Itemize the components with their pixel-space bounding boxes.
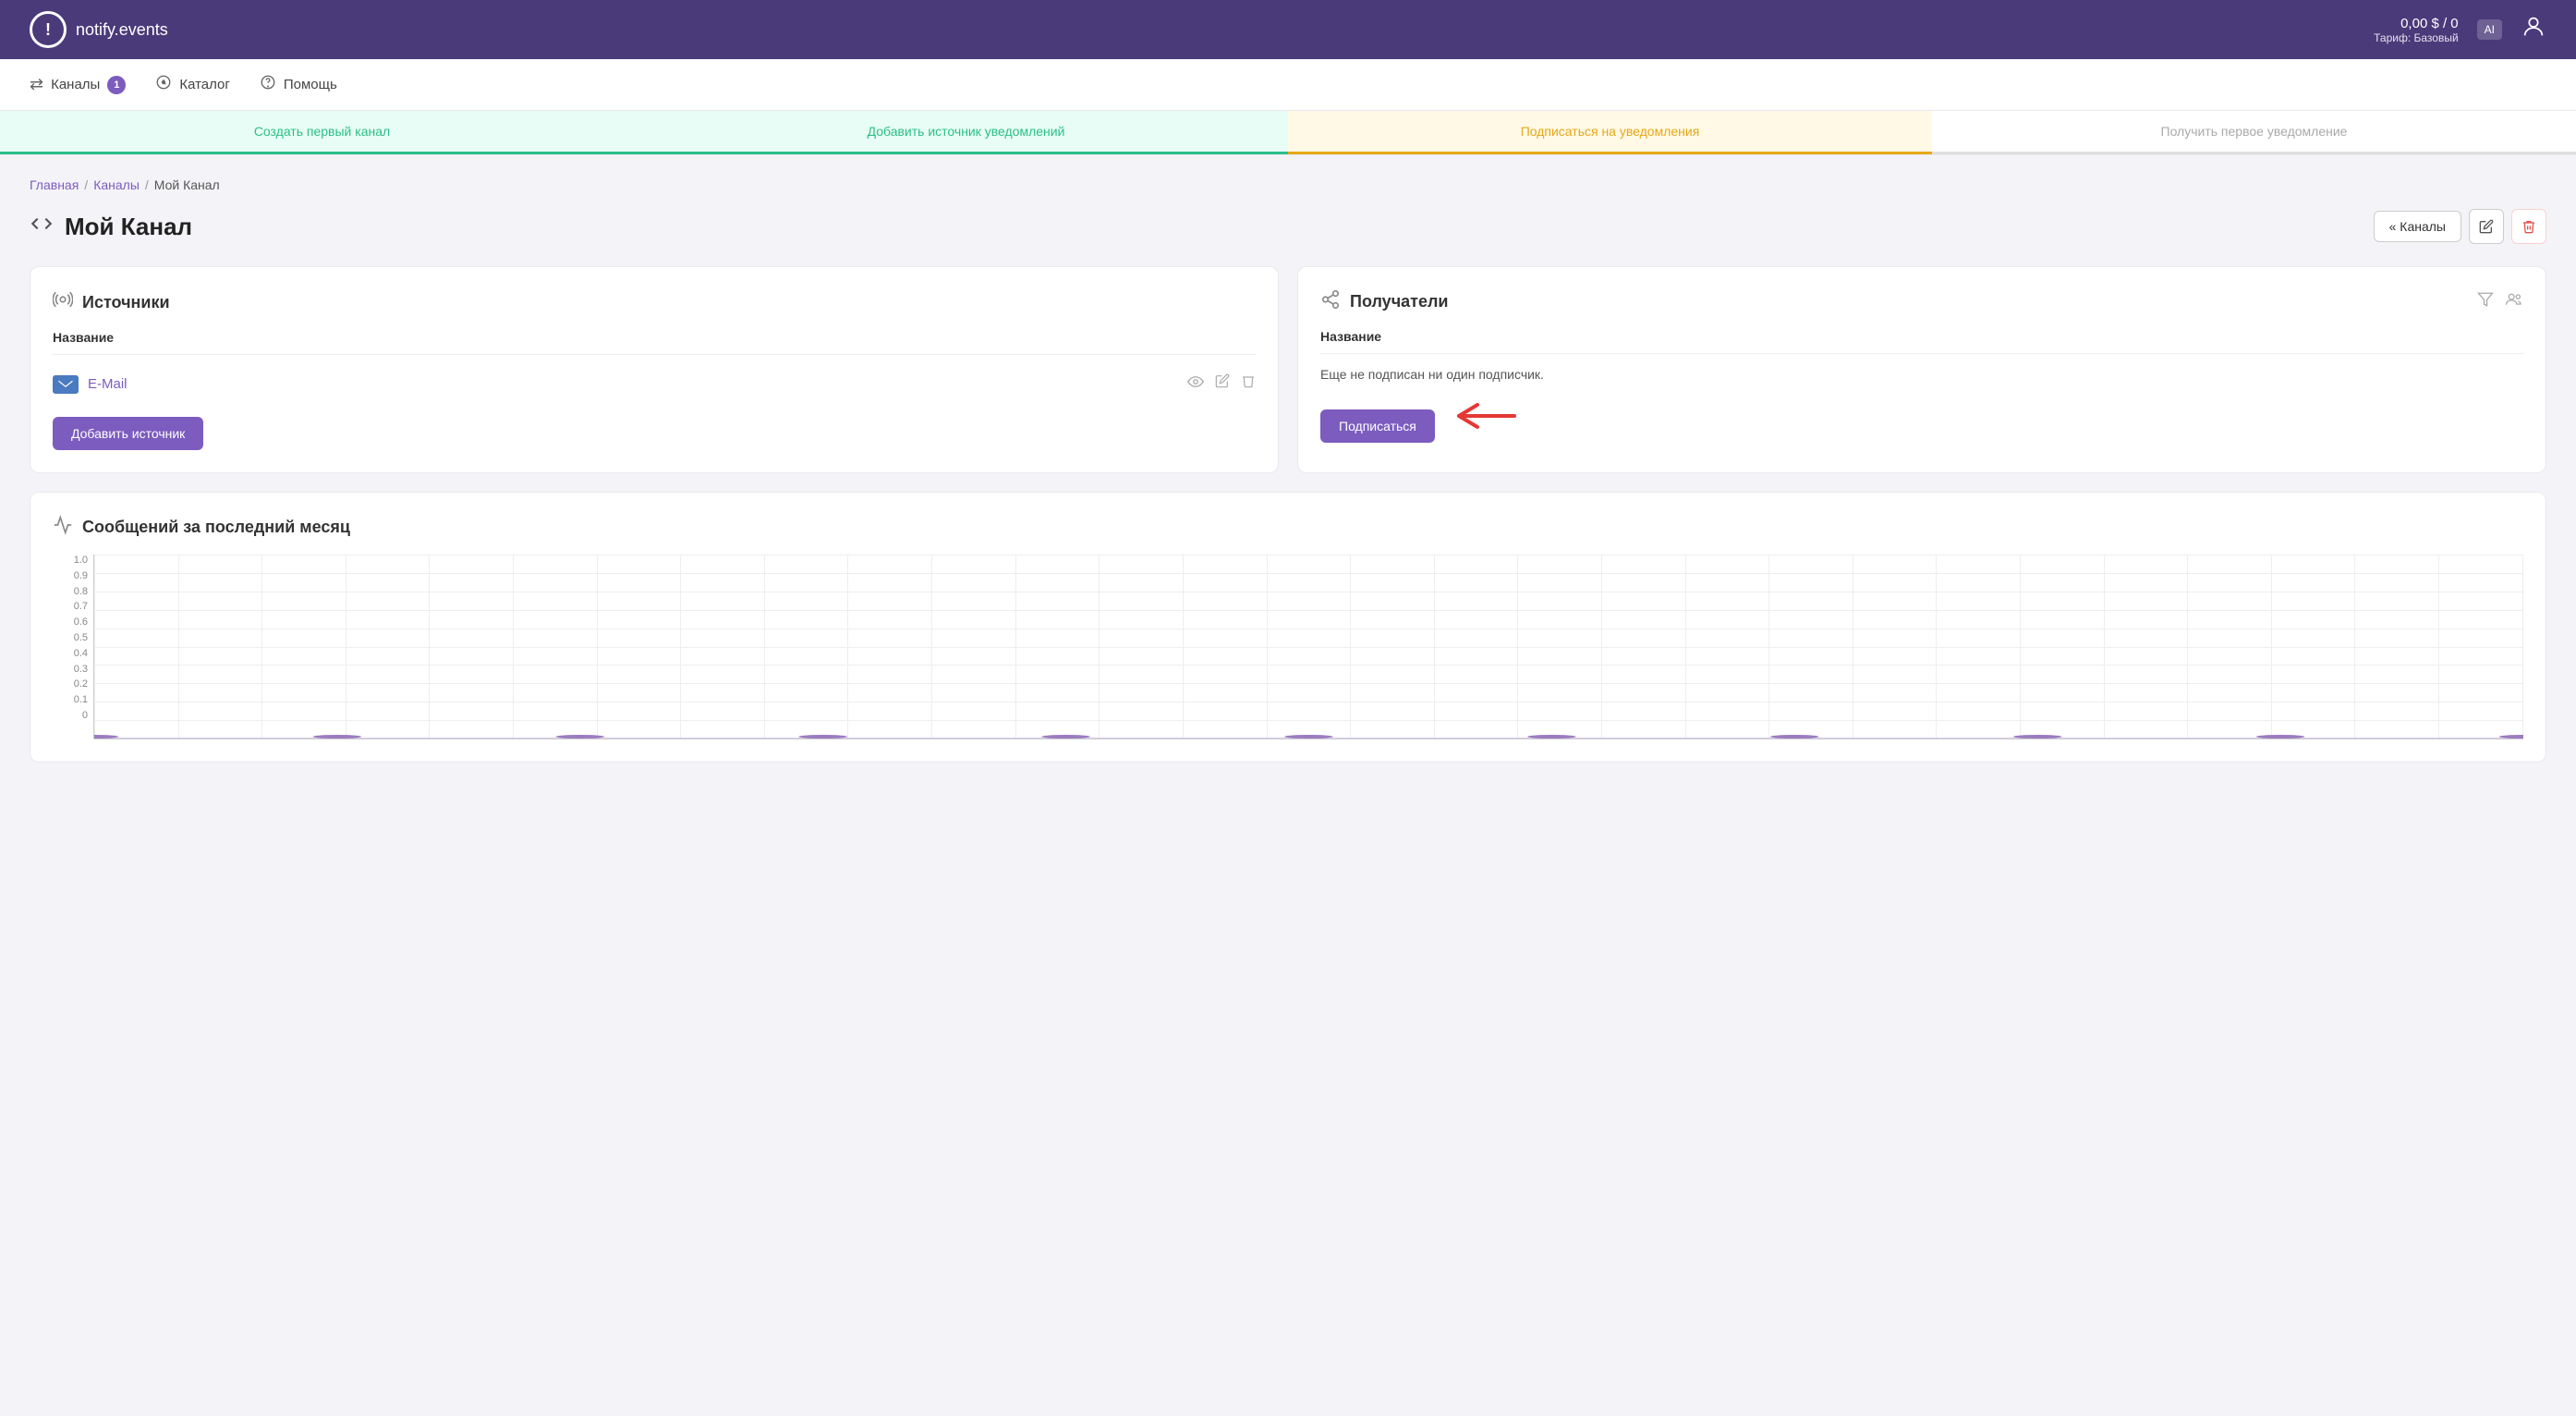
step-3[interactable]: Подписаться на уведомления bbox=[1288, 111, 1932, 154]
chart-wrapper: 1.0 0.9 0.8 0.7 0.6 0.5 0.4 0.3 0.2 0.1 … bbox=[93, 555, 2523, 739]
y-label-07: 0.7 bbox=[53, 601, 88, 612]
nav-channels[interactable]: ⇄ Каналы 1 bbox=[30, 60, 126, 109]
y-label-05: 0.5 bbox=[53, 632, 88, 643]
step-4-label: Получить первое уведомление bbox=[2161, 124, 2348, 139]
nav-catalog-label: Каталог bbox=[179, 77, 230, 92]
subscribe-button[interactable]: Подписаться bbox=[1320, 409, 1435, 443]
recipients-actions bbox=[2477, 291, 2523, 312]
page-title: Мой Канал bbox=[30, 212, 192, 241]
y-label-06: 0.6 bbox=[53, 616, 88, 628]
channels-icon: ⇄ bbox=[30, 75, 43, 94]
chart-svg bbox=[94, 555, 2523, 739]
recipients-col-name: Название bbox=[1320, 329, 1381, 344]
nav-help-label: Помощь bbox=[284, 77, 337, 92]
step-3-label: Подписаться на уведомления bbox=[1521, 124, 1700, 139]
breadcrumb-home[interactable]: Главная bbox=[30, 177, 79, 192]
sources-card: Источники Название E-Mail bbox=[30, 266, 1279, 473]
recipients-title: Получатели bbox=[1320, 289, 1448, 314]
filter-icon[interactable] bbox=[2477, 291, 2494, 312]
sources-icon bbox=[53, 289, 73, 315]
y-label-01: 0.1 bbox=[53, 694, 88, 705]
chart-title: Сообщений за последний месяц bbox=[53, 515, 2523, 540]
step-4[interactable]: Получить первое уведомление bbox=[1932, 111, 2576, 154]
y-label-04: 0.4 bbox=[53, 648, 88, 659]
delete-button[interactable] bbox=[2511, 209, 2546, 244]
edit-source-icon[interactable] bbox=[1215, 373, 1230, 395]
nav-help[interactable]: Помощь bbox=[260, 59, 337, 110]
channel-name: Мой Канал bbox=[65, 213, 192, 241]
breadcrumb-sep-1: / bbox=[84, 177, 88, 192]
main-content: Главная / Каналы / Мой Канал Мой Канал «… bbox=[0, 155, 2576, 785]
cards-row: Источники Название E-Mail bbox=[30, 266, 2546, 473]
nav-catalog[interactable]: Каталог bbox=[155, 59, 230, 110]
breadcrumb-channels[interactable]: Каналы bbox=[93, 177, 140, 192]
source-actions bbox=[1187, 373, 1256, 395]
red-arrow bbox=[1450, 399, 1524, 441]
catalog-icon bbox=[155, 74, 172, 95]
nav-channels-label: Каналы bbox=[51, 77, 100, 92]
breadcrumb-current: Мой Канал bbox=[154, 177, 220, 192]
y-label-00: 0 bbox=[53, 710, 88, 721]
chart-title-text: Сообщений за последний месяц bbox=[82, 518, 350, 537]
logo-text: notify.events bbox=[76, 20, 168, 40]
y-label-10: 1.0 bbox=[53, 555, 88, 566]
title-actions: « Каналы bbox=[2374, 209, 2546, 244]
step-1[interactable]: Создать первый канал bbox=[0, 111, 644, 154]
recipients-title-text: Получатели bbox=[1350, 292, 1448, 311]
logo-icon: ! bbox=[30, 11, 67, 48]
balance-plan: Тариф: Базовый bbox=[2374, 31, 2459, 44]
chart-y-axis: 1.0 0.9 0.8 0.7 0.6 0.5 0.4 0.3 0.2 0.1 … bbox=[53, 555, 88, 721]
recipients-card: Получатели bbox=[1297, 266, 2546, 473]
recipients-icon bbox=[1320, 289, 1341, 314]
source-row: E-Mail bbox=[53, 364, 1256, 404]
lang-badge[interactable]: AI bbox=[2477, 19, 2502, 40]
y-label-03: 0.3 bbox=[53, 664, 88, 675]
back-button[interactable]: « Каналы bbox=[2374, 211, 2461, 242]
balance-amount: 0,00 $ / 0 bbox=[2374, 16, 2459, 31]
user-icon[interactable] bbox=[2521, 14, 2546, 45]
recipients-header: Получатели bbox=[1320, 289, 2523, 314]
step-2[interactable]: Добавить источник уведомлений bbox=[644, 111, 1288, 154]
source-name[interactable]: E-Mail bbox=[53, 375, 128, 394]
recipients-table-header: Название bbox=[1320, 329, 2523, 354]
logo-area[interactable]: ! notify.events bbox=[30, 11, 168, 48]
balance-area: 0,00 $ / 0 Тариф: Базовый bbox=[2374, 16, 2459, 44]
help-icon bbox=[260, 74, 276, 95]
y-label-08: 0.8 bbox=[53, 586, 88, 597]
y-label-09: 0.9 bbox=[53, 570, 88, 581]
y-label-02: 0.2 bbox=[53, 678, 88, 690]
breadcrumb-sep-2: / bbox=[145, 177, 149, 192]
group-icon[interactable] bbox=[2505, 291, 2523, 312]
subscribe-row: Подписаться bbox=[1320, 397, 2523, 443]
nav: ⇄ Каналы 1 Каталог Помощь bbox=[0, 59, 2576, 111]
chart-area bbox=[93, 555, 2523, 739]
breadcrumb: Главная / Каналы / Мой Канал bbox=[30, 177, 2546, 192]
channel-icon bbox=[30, 212, 54, 241]
channels-badge: 1 bbox=[107, 76, 126, 94]
sources-title: Источники bbox=[53, 289, 1256, 315]
no-subscribers-text: Еще не подписан ни один подписчик. bbox=[1320, 367, 2523, 382]
page-title-row: Мой Канал « Каналы bbox=[30, 209, 2546, 244]
delete-source-icon[interactable] bbox=[1241, 373, 1256, 395]
step-2-label: Добавить источник уведомлений bbox=[868, 124, 1065, 139]
header: ! notify.events 0,00 $ / 0 Тариф: Базовы… bbox=[0, 0, 2576, 59]
chart-icon bbox=[53, 515, 73, 540]
sources-title-text: Источники bbox=[82, 293, 170, 312]
add-source-button[interactable]: Добавить источник bbox=[53, 417, 203, 450]
email-icon bbox=[53, 375, 79, 394]
header-right: 0,00 $ / 0 Тариф: Базовый AI bbox=[2374, 14, 2546, 45]
source-name-text: E-Mail bbox=[88, 376, 128, 392]
sources-table-header: Название bbox=[53, 330, 1256, 355]
steps-bar: Создать первый канал Добавить источник у… bbox=[0, 111, 2576, 155]
chart-card: Сообщений за последний месяц 1.0 0.9 0.8… bbox=[30, 492, 2546, 763]
step-1-label: Создать первый канал bbox=[254, 124, 390, 139]
view-source-icon[interactable] bbox=[1187, 373, 1204, 395]
edit-button[interactable] bbox=[2469, 209, 2504, 244]
